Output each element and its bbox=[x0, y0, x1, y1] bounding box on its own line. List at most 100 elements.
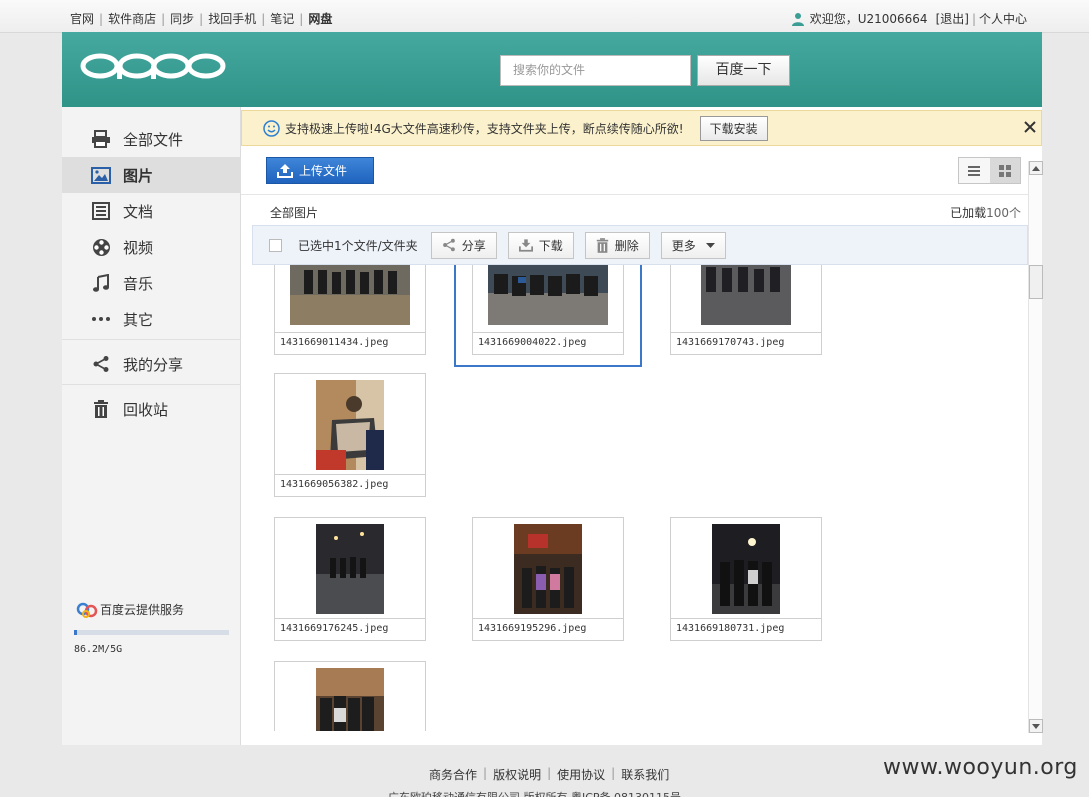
select-all-checkbox[interactable] bbox=[269, 238, 282, 252]
topnav-cloud-disk[interactable]: 网盘 bbox=[308, 10, 332, 27]
topnav-notes[interactable]: 笔记 bbox=[270, 10, 294, 27]
file-name: 1431669170743.jpeg bbox=[671, 332, 821, 354]
file-thumbnail[interactable]: 1431669180731.jpeg bbox=[670, 517, 822, 641]
notice-text: 4G大文件高速秒传，支持文件夹上传，断点续传随心所欲! bbox=[373, 121, 684, 136]
content-area: 支持极速上传啦! 4G大文件高速秒传，支持文件夹上传，断点续传随心所欲! 下载安… bbox=[241, 107, 1043, 745]
logout-link[interactable]: [退出] bbox=[936, 10, 969, 27]
scroll-down-button[interactable] bbox=[1029, 719, 1043, 733]
list-view-icon bbox=[968, 165, 981, 176]
watermark: www.wooyun.org bbox=[883, 755, 1078, 780]
file-thumbnail[interactable] bbox=[274, 661, 426, 731]
grid-view-button[interactable] bbox=[989, 158, 1020, 183]
divider bbox=[241, 194, 1028, 195]
download-install-button[interactable]: 下载安装 bbox=[699, 115, 768, 141]
print-icon bbox=[91, 129, 111, 149]
document-icon bbox=[91, 201, 111, 221]
chevron-down-icon bbox=[705, 242, 715, 248]
upload-file-label: 上传文件 bbox=[299, 164, 348, 178]
music-note-icon bbox=[91, 273, 111, 293]
close-icon[interactable] bbox=[1024, 121, 1036, 133]
sidebar: 全部文件 图片 文档 视频 音乐 其它 我的分享 回收站 百度云提供服务 86.… bbox=[62, 107, 241, 745]
upload-icon bbox=[277, 164, 293, 178]
sidebar-item-recycle-bin[interactable]: 回收站 bbox=[62, 391, 241, 427]
welcome-text: 欢迎您，U21006664 bbox=[809, 12, 928, 26]
header: 搜索你的文件 百度一下 bbox=[62, 32, 1042, 107]
quota-fill bbox=[74, 630, 77, 635]
chevron-up-icon bbox=[1032, 165, 1040, 171]
sidebar-item-label: 视频 bbox=[123, 238, 154, 257]
footer: 商务合作 | 版权说明 | 使用协议 | 联系我们 广东欧珀移动通信有限公司 版… bbox=[0, 745, 1089, 797]
search-button[interactable]: 百度一下 bbox=[697, 55, 790, 86]
sidebar-item-documents[interactable]: 文档 bbox=[62, 193, 241, 229]
sidebar-item-all-files[interactable]: 全部文件 bbox=[62, 121, 241, 157]
photo-image bbox=[275, 518, 425, 619]
scrollbar[interactable] bbox=[1028, 161, 1043, 733]
file-name: 1431669176245.jpeg bbox=[275, 618, 425, 640]
topnav-official-site[interactable]: 官网 bbox=[70, 10, 94, 27]
sidebar-item-label: 其它 bbox=[123, 310, 154, 329]
download-button[interactable]: 下载 bbox=[507, 231, 574, 259]
list-view-button[interactable] bbox=[959, 158, 990, 183]
delete-button[interactable]: 删除 bbox=[584, 231, 650, 259]
footer-link-terms[interactable]: 使用协议 bbox=[557, 766, 605, 783]
share-button[interactable]: 分享 bbox=[430, 231, 497, 259]
baidu-cloud-service[interactable]: 百度云提供服务 bbox=[76, 601, 184, 618]
sidebar-divider bbox=[62, 339, 241, 340]
user-bar: 欢迎您，U21006664 [退出] | 个人中心 bbox=[791, 10, 1027, 27]
chevron-down-icon bbox=[1032, 723, 1040, 729]
download-icon bbox=[518, 239, 533, 252]
trash-icon bbox=[596, 237, 608, 253]
footer-copyright: 广东欧珀移动通信有限公司 版权所有 粤ICP备 08130115号 bbox=[388, 789, 681, 797]
image-icon bbox=[91, 165, 111, 185]
file-thumbnail[interactable]: 1431669176245.jpeg bbox=[274, 517, 426, 641]
sidebar-item-label: 我的分享 bbox=[123, 355, 184, 374]
baidu-service-label: 百度云提供服务 bbox=[100, 603, 185, 617]
sidebar-item-label: 图片 bbox=[123, 166, 154, 185]
topnav-sync[interactable]: 同步 bbox=[170, 10, 194, 27]
footer-link-business[interactable]: 商务合作 bbox=[429, 766, 477, 783]
file-thumbnail[interactable]: 1431669056382.jpeg bbox=[274, 373, 426, 497]
sidebar-item-my-shares[interactable]: 我的分享 bbox=[62, 346, 241, 382]
photo-image bbox=[275, 662, 425, 731]
sidebar-item-label: 全部文件 bbox=[123, 130, 184, 149]
more-label: 更多 bbox=[671, 238, 696, 253]
footer-link-copyright[interactable]: 版权说明 bbox=[493, 766, 541, 783]
file-thumbnail[interactable]: 1431669011434.jpeg bbox=[274, 265, 426, 355]
file-thumbnail[interactable]: 1431669195296.jpeg bbox=[472, 517, 624, 641]
film-reel-icon bbox=[91, 237, 111, 257]
sidebar-item-images[interactable]: 图片 bbox=[62, 157, 241, 193]
file-thumbnail-selected[interactable]: 1431669004022.jpeg bbox=[472, 265, 624, 355]
share-label: 分享 bbox=[461, 238, 486, 253]
topnav-app-store[interactable]: 软件商店 bbox=[108, 10, 156, 27]
sidebar-item-label: 音乐 bbox=[123, 274, 154, 293]
search-input[interactable]: 搜索你的文件 bbox=[500, 55, 691, 86]
sidebar-item-music[interactable]: 音乐 bbox=[62, 265, 241, 301]
notice-headline: 支持极速上传啦! bbox=[285, 121, 374, 136]
oppo-logo[interactable] bbox=[80, 52, 226, 84]
file-name: 1431669004022.jpeg bbox=[473, 332, 623, 354]
baidu-cloud-icon bbox=[76, 602, 98, 618]
user-icon bbox=[791, 12, 804, 26]
footer-link-contact[interactable]: 联系我们 bbox=[621, 766, 669, 783]
file-name: 1431669195296.jpeg bbox=[473, 618, 623, 640]
upload-file-button[interactable]: 上传文件 bbox=[266, 157, 374, 184]
sidebar-item-videos[interactable]: 视频 bbox=[62, 229, 241, 265]
topnav-find-phone[interactable]: 找回手机 bbox=[208, 10, 256, 27]
view-toggle bbox=[958, 157, 1021, 184]
image-grid: 1431669011434.jpeg 1431669004022.jpeg 14… bbox=[241, 265, 1028, 731]
top-nav: 官网 | 软件商店 | 同步 | 找回手机 | 笔记 | 网盘 bbox=[70, 10, 333, 27]
photo-image bbox=[473, 518, 623, 619]
photo-image bbox=[275, 374, 425, 475]
download-label: 下载 bbox=[538, 238, 563, 253]
notice-banner: 支持极速上传啦! 4G大文件高速秒传，支持文件夹上传，断点续传随心所欲! 下载安… bbox=[241, 110, 1042, 146]
scroll-thumb[interactable] bbox=[1029, 265, 1043, 299]
breadcrumb[interactable]: 全部图片 bbox=[270, 204, 318, 221]
sidebar-item-other[interactable]: 其它 bbox=[62, 301, 241, 337]
file-thumbnail[interactable]: 1431669170743.jpeg bbox=[670, 265, 822, 355]
top-bar: 官网 | 软件商店 | 同步 | 找回手机 | 笔记 | 网盘 欢迎您，U210… bbox=[0, 0, 1089, 33]
photo-image bbox=[275, 265, 425, 333]
more-dropdown[interactable]: 更多 bbox=[660, 231, 726, 259]
scroll-up-button[interactable] bbox=[1029, 161, 1043, 175]
user-center-link[interactable]: 个人中心 bbox=[979, 10, 1027, 27]
quota-text: 86.2M/5G bbox=[74, 644, 123, 655]
